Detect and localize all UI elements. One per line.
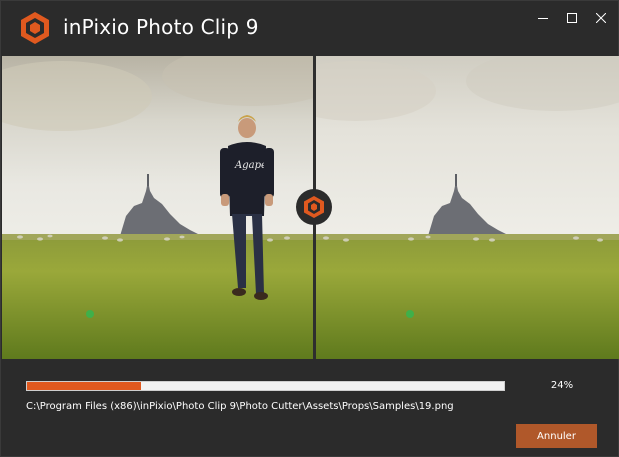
file-path: C:\Program Files (x86)\inPixio\Photo Cli… bbox=[26, 401, 454, 412]
minimize-button[interactable] bbox=[533, 9, 553, 27]
maximize-button[interactable] bbox=[562, 9, 582, 27]
progress-bar bbox=[26, 381, 505, 391]
cancel-button[interactable]: Annuler bbox=[516, 424, 597, 448]
image-compare-viewer: Agape bbox=[2, 56, 619, 359]
logo-icon bbox=[19, 11, 51, 45]
minimize-icon bbox=[538, 18, 548, 19]
close-button[interactable] bbox=[591, 9, 611, 27]
photo-after-person-removed bbox=[316, 56, 619, 359]
photo-before-with-person: Agape bbox=[2, 56, 313, 359]
maximize-icon bbox=[567, 13, 577, 23]
title-bar[interactable]: inPixio Photo Clip 9 bbox=[1, 1, 618, 55]
compare-handle[interactable] bbox=[296, 189, 332, 225]
app-window: inPixio Photo Clip 9 Agape 24% C:\Progra… bbox=[0, 0, 619, 457]
logo-icon bbox=[304, 196, 324, 218]
progress-percent: 24% bbox=[550, 380, 574, 391]
svg-text:Agape: Agape bbox=[234, 160, 267, 171]
app-title: inPixio Photo Clip 9 bbox=[63, 15, 259, 39]
close-icon bbox=[596, 13, 606, 23]
progress-bar-fill bbox=[27, 382, 142, 390]
